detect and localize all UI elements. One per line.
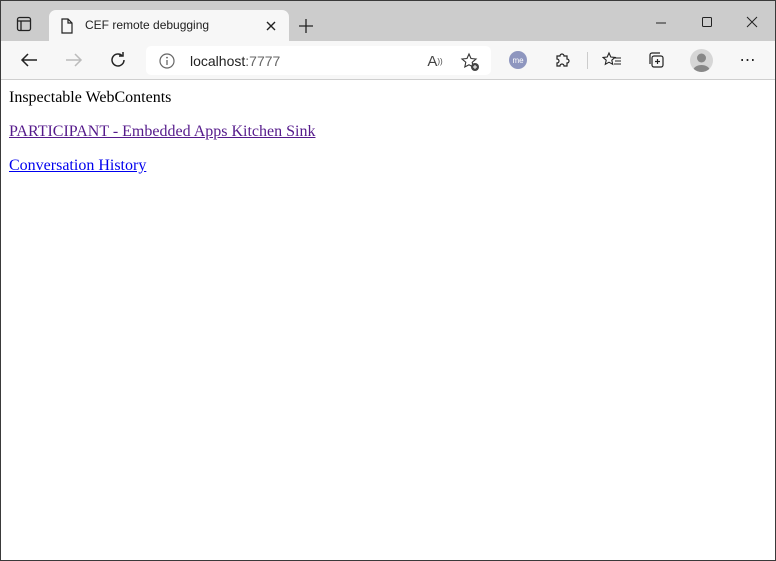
favorites-icon[interactable] — [602, 50, 622, 70]
toolbar: localhost:7777 A)) me ⋯ — [1, 41, 775, 80]
address-bar[interactable]: localhost:7777 A)) — [146, 46, 491, 75]
profile-avatar[interactable] — [690, 49, 713, 72]
url-port: :7777 — [245, 53, 281, 69]
url-host: localhost — [190, 53, 246, 69]
tab-active[interactable]: CEF remote debugging — [49, 10, 289, 41]
read-aloud-icon[interactable]: A)) — [425, 52, 445, 70]
back-icon[interactable] — [19, 50, 39, 70]
extensions-puzzle-icon[interactable] — [553, 50, 573, 70]
tab-actions-icon[interactable] — [15, 15, 33, 33]
maximize-icon[interactable] — [697, 12, 717, 32]
close-window-icon[interactable] — [742, 12, 762, 32]
forward-icon — [64, 50, 84, 70]
title-bar: CEF remote debugging — [1, 1, 775, 41]
extension-me-icon[interactable]: me — [509, 51, 527, 69]
add-favorite-icon[interactable] — [460, 52, 480, 72]
more-options-icon[interactable]: ⋯ — [738, 50, 758, 70]
refresh-icon[interactable] — [108, 50, 128, 70]
participant-link[interactable]: PARTICIPANT - Embedded Apps Kitchen Sink — [9, 123, 315, 140]
page-content: Inspectable WebContents PARTICIPANT - Em… — [1, 81, 775, 199]
site-info-icon[interactable] — [158, 52, 176, 70]
conversation-history-link[interactable]: Conversation History — [9, 157, 146, 174]
page-heading: Inspectable WebContents — [9, 89, 172, 106]
collections-icon[interactable] — [646, 50, 666, 70]
close-tab-icon[interactable] — [263, 18, 279, 34]
page-icon — [60, 18, 74, 34]
toolbar-divider — [587, 52, 588, 69]
new-tab-icon[interactable] — [297, 17, 315, 35]
url-text[interactable]: localhost:7777 — [190, 53, 280, 69]
minimize-icon[interactable] — [651, 13, 671, 33]
extension-label: me — [512, 55, 524, 65]
browser-window: CEF remote debugging localhost:7777 A))… — [0, 0, 776, 561]
tab-title: CEF remote debugging — [85, 18, 210, 32]
